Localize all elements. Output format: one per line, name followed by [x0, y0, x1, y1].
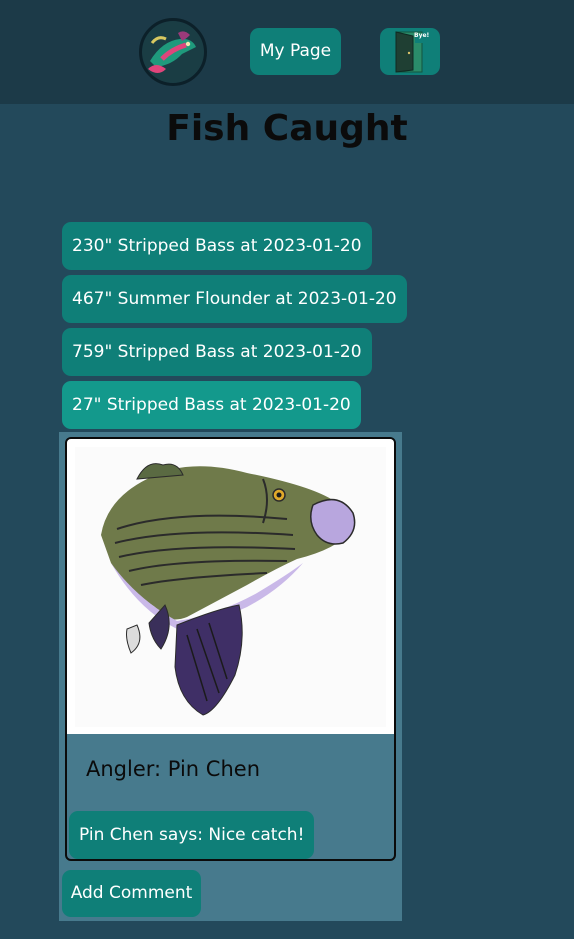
my-page-button[interactable]: My Page — [250, 28, 341, 75]
add-comment-button[interactable]: Add Comment — [62, 870, 201, 917]
page-title: Fish Caught — [166, 108, 408, 149]
my-page-label: My Page — [259, 41, 332, 61]
exit-text: Bye! — [414, 32, 430, 39]
exit-door-icon — [395, 31, 429, 73]
comment-text: Pin Chen says: Nice catch! — [79, 824, 305, 845]
catch-item[interactable]: 759" Stripped Bass at 2023-01-20 — [62, 328, 372, 376]
catch-item-selected[interactable]: 27" Stripped Bass at 2023-01-20 — [62, 381, 361, 429]
catch-item-label: 27" Stripped Bass at 2023-01-20 — [72, 394, 351, 415]
catch-item[interactable]: 230" Stripped Bass at 2023-01-20 — [62, 222, 372, 270]
comment-bubble: Pin Chen says: Nice catch! — [69, 811, 315, 859]
logout-button[interactable]: Bye! — [380, 28, 440, 75]
header-bar: My Page Bye! — [0, 0, 574, 104]
add-comment-label: Add Comment — [70, 883, 193, 903]
bass-fish-logo-icon[interactable] — [139, 18, 207, 86]
catch-item-label: 759" Stripped Bass at 2023-01-20 — [72, 341, 362, 362]
catch-card: Angler: Pin Chen Pin Chen says: Nice cat… — [65, 437, 396, 861]
catch-item-label: 467" Summer Flounder at 2023-01-20 — [72, 288, 397, 309]
catch-item[interactable]: 467" Summer Flounder at 2023-01-20 — [62, 275, 407, 323]
catch-detail-panel: Angler: Pin Chen Pin Chen says: Nice cat… — [59, 432, 402, 921]
striped-bass-illustration — [67, 439, 394, 734]
angler-name: Angler: Pin Chen — [86, 757, 260, 781]
catch-item-label: 230" Stripped Bass at 2023-01-20 — [72, 235, 362, 256]
